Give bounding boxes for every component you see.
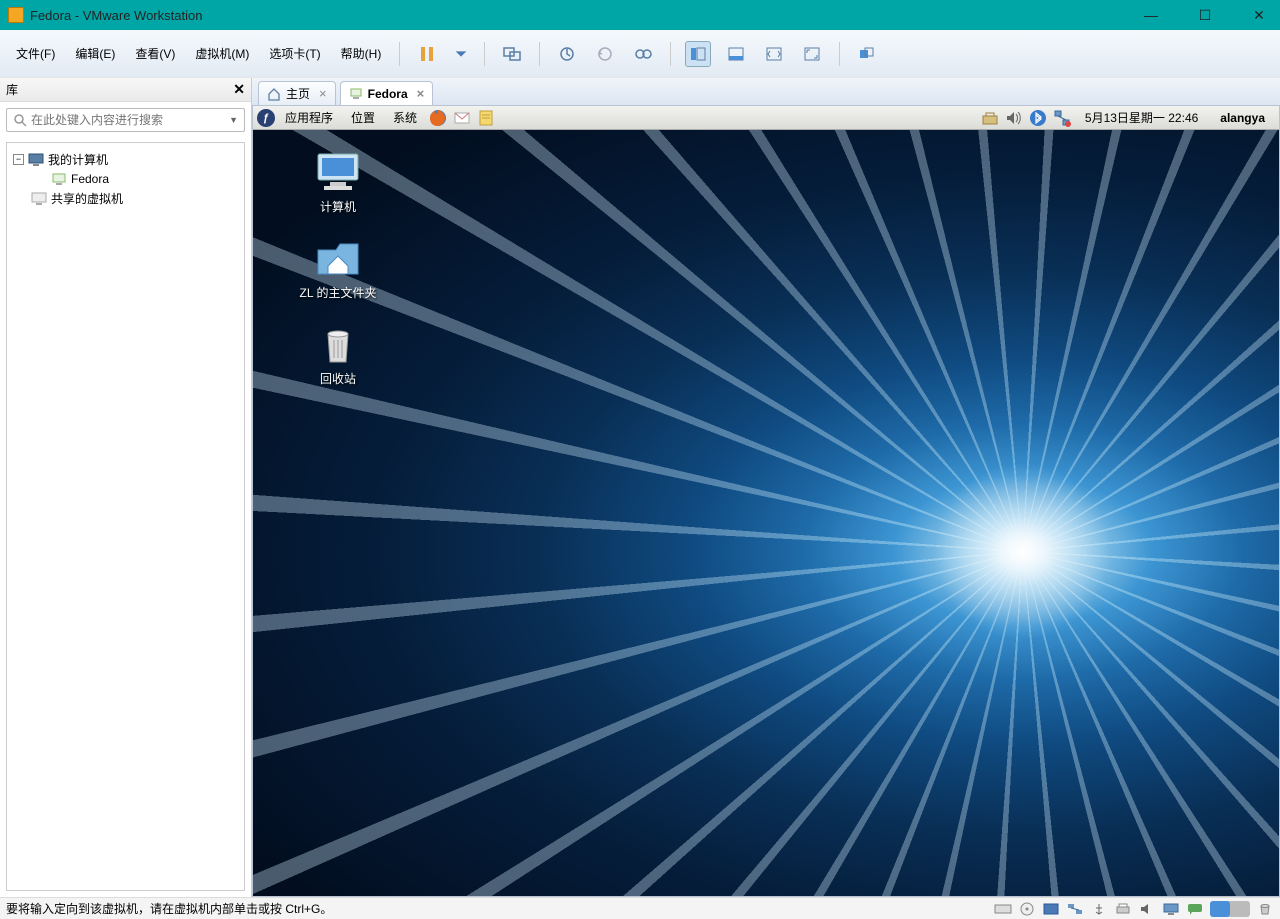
menu-tabs[interactable]: 选项卡(T) [259, 39, 330, 68]
update-icon[interactable] [980, 108, 1000, 128]
vm-console[interactable]: ƒ 应用程序 位置 系统 [252, 105, 1280, 897]
tab-home[interactable]: 主页 × [258, 81, 336, 105]
fedora-desktop[interactable]: 计算机 ZL 的主文件夹 回收站 [253, 130, 1279, 896]
show-thumbnail-button[interactable] [723, 41, 749, 67]
status-icons [994, 901, 1274, 917]
separator [839, 42, 840, 66]
icon-label: ZL 的主文件夹 [300, 284, 377, 301]
vm-icon [349, 87, 363, 101]
vm-icon [51, 172, 67, 186]
cd-icon[interactable] [1018, 902, 1036, 916]
recycle-icon[interactable] [1256, 902, 1274, 916]
menu-places[interactable]: 位置 [343, 107, 383, 128]
icon-label: 回收站 [320, 370, 356, 387]
menubar: 文件(F) 编辑(E) 查看(V) 虚拟机(M) 选项卡(T) 帮助(H) [0, 30, 1280, 78]
library-close-button[interactable]: ✕ [233, 81, 245, 98]
printer-icon[interactable] [1114, 902, 1132, 916]
usb-icon[interactable] [1090, 902, 1108, 916]
network-adapter-icon[interactable] [1066, 902, 1084, 916]
separator [399, 42, 400, 66]
display-icon[interactable] [1162, 902, 1180, 916]
minimize-button[interactable]: — [1138, 5, 1164, 25]
computer-icon [314, 150, 362, 194]
menu-applications[interactable]: 应用程序 [277, 107, 341, 128]
desktop-icon-home[interactable]: ZL 的主文件夹 [293, 236, 383, 301]
tree-shared-vms[interactable]: 共享的虚拟机 [11, 188, 240, 209]
search-dropdown-icon[interactable]: ▼ [229, 115, 238, 125]
library-panel: 库 ✕ ▼ − 我的计算机 Fedora 共享的虚拟机 [0, 78, 252, 897]
notes-icon[interactable] [476, 108, 496, 128]
library-header: 库 ✕ [0, 78, 251, 102]
collapse-icon[interactable]: − [13, 154, 24, 165]
status-text: 要将输入定向到该虚拟机，请在虚拟机内部单击或按 Ctrl+G。 [6, 900, 994, 917]
separator [484, 42, 485, 66]
send-ctrl-alt-del-button[interactable] [499, 41, 525, 67]
vm-tabs: 主页 × Fedora × [252, 78, 1280, 106]
pause-button[interactable] [414, 41, 440, 67]
fedora-logo-icon[interactable]: ƒ [257, 109, 275, 127]
firefox-icon[interactable] [428, 108, 448, 128]
floppy-icon[interactable] [1042, 902, 1060, 916]
tab-label: Fedora [368, 87, 408, 101]
menu-help[interactable]: 帮助(H) [331, 39, 392, 68]
window-title: Fedora - VMware Workstation [30, 8, 1138, 23]
desktop-icon-trash[interactable]: 回收站 [293, 322, 383, 387]
menu-view[interactable]: 查看(V) [125, 39, 185, 68]
unity-button[interactable] [854, 41, 880, 67]
snapshot-take-button[interactable] [554, 41, 580, 67]
tree-my-computer[interactable]: − 我的计算机 [11, 149, 240, 170]
shared-icon [31, 192, 47, 206]
input-toggle[interactable] [1210, 901, 1250, 917]
search-input[interactable] [31, 113, 225, 127]
power-dropdown[interactable] [452, 41, 470, 67]
sound-icon[interactable] [1138, 902, 1156, 916]
show-library-button[interactable] [685, 41, 711, 67]
stretch-button[interactable] [761, 41, 787, 67]
menu-edit[interactable]: 编辑(E) [65, 39, 125, 68]
search-icon [13, 113, 27, 127]
tree-label: 共享的虚拟机 [51, 190, 123, 207]
folder-home-icon [314, 236, 362, 280]
window-titlebar: Fedora - VMware Workstation — ☐ ✕ [0, 0, 1280, 30]
menu-vm[interactable]: 虚拟机(M) [185, 39, 259, 68]
snapshot-manager-button[interactable] [630, 41, 656, 67]
app-icon [8, 7, 24, 23]
tree-fedora[interactable]: Fedora [11, 170, 240, 188]
separator [670, 42, 671, 66]
trash-icon [314, 322, 362, 366]
statusbar: 要将输入定向到该虚拟机，请在虚拟机内部单击或按 Ctrl+G。 [0, 897, 1280, 919]
network-icon[interactable] [1052, 108, 1072, 128]
library-search[interactable]: ▼ [6, 108, 245, 132]
desktop-icon-computer[interactable]: 计算机 [293, 150, 383, 215]
close-button[interactable]: ✕ [1246, 5, 1272, 25]
disk-icon[interactable] [994, 902, 1012, 916]
menu-file[interactable]: 文件(F) [6, 39, 65, 68]
fullscreen-button[interactable] [799, 41, 825, 67]
tab-label: 主页 [286, 85, 310, 102]
panel-user[interactable]: alangya [1210, 111, 1275, 125]
tab-close-icon[interactable]: × [319, 86, 327, 101]
tab-fedora[interactable]: Fedora × [340, 81, 434, 105]
panel-datetime[interactable]: 5月13日星期一 22:46 [1075, 109, 1208, 126]
home-icon [267, 87, 281, 101]
bluetooth-icon[interactable] [1028, 108, 1048, 128]
tab-close-icon[interactable]: × [417, 86, 425, 101]
fedora-top-panel: ƒ 应用程序 位置 系统 [253, 106, 1279, 130]
menu-system[interactable]: 系统 [385, 107, 425, 128]
maximize-button[interactable]: ☐ [1192, 5, 1218, 25]
tree-label: 我的计算机 [48, 151, 108, 168]
message-icon[interactable] [1186, 902, 1204, 916]
separator [539, 42, 540, 66]
library-title: 库 [6, 81, 18, 98]
volume-icon[interactable] [1004, 108, 1024, 128]
library-tree: − 我的计算机 Fedora 共享的虚拟机 [6, 142, 245, 891]
tree-label: Fedora [71, 172, 109, 186]
icon-label: 计算机 [320, 198, 356, 215]
computer-icon [28, 153, 44, 167]
snapshot-revert-button[interactable] [592, 41, 618, 67]
mail-icon[interactable] [452, 108, 472, 128]
